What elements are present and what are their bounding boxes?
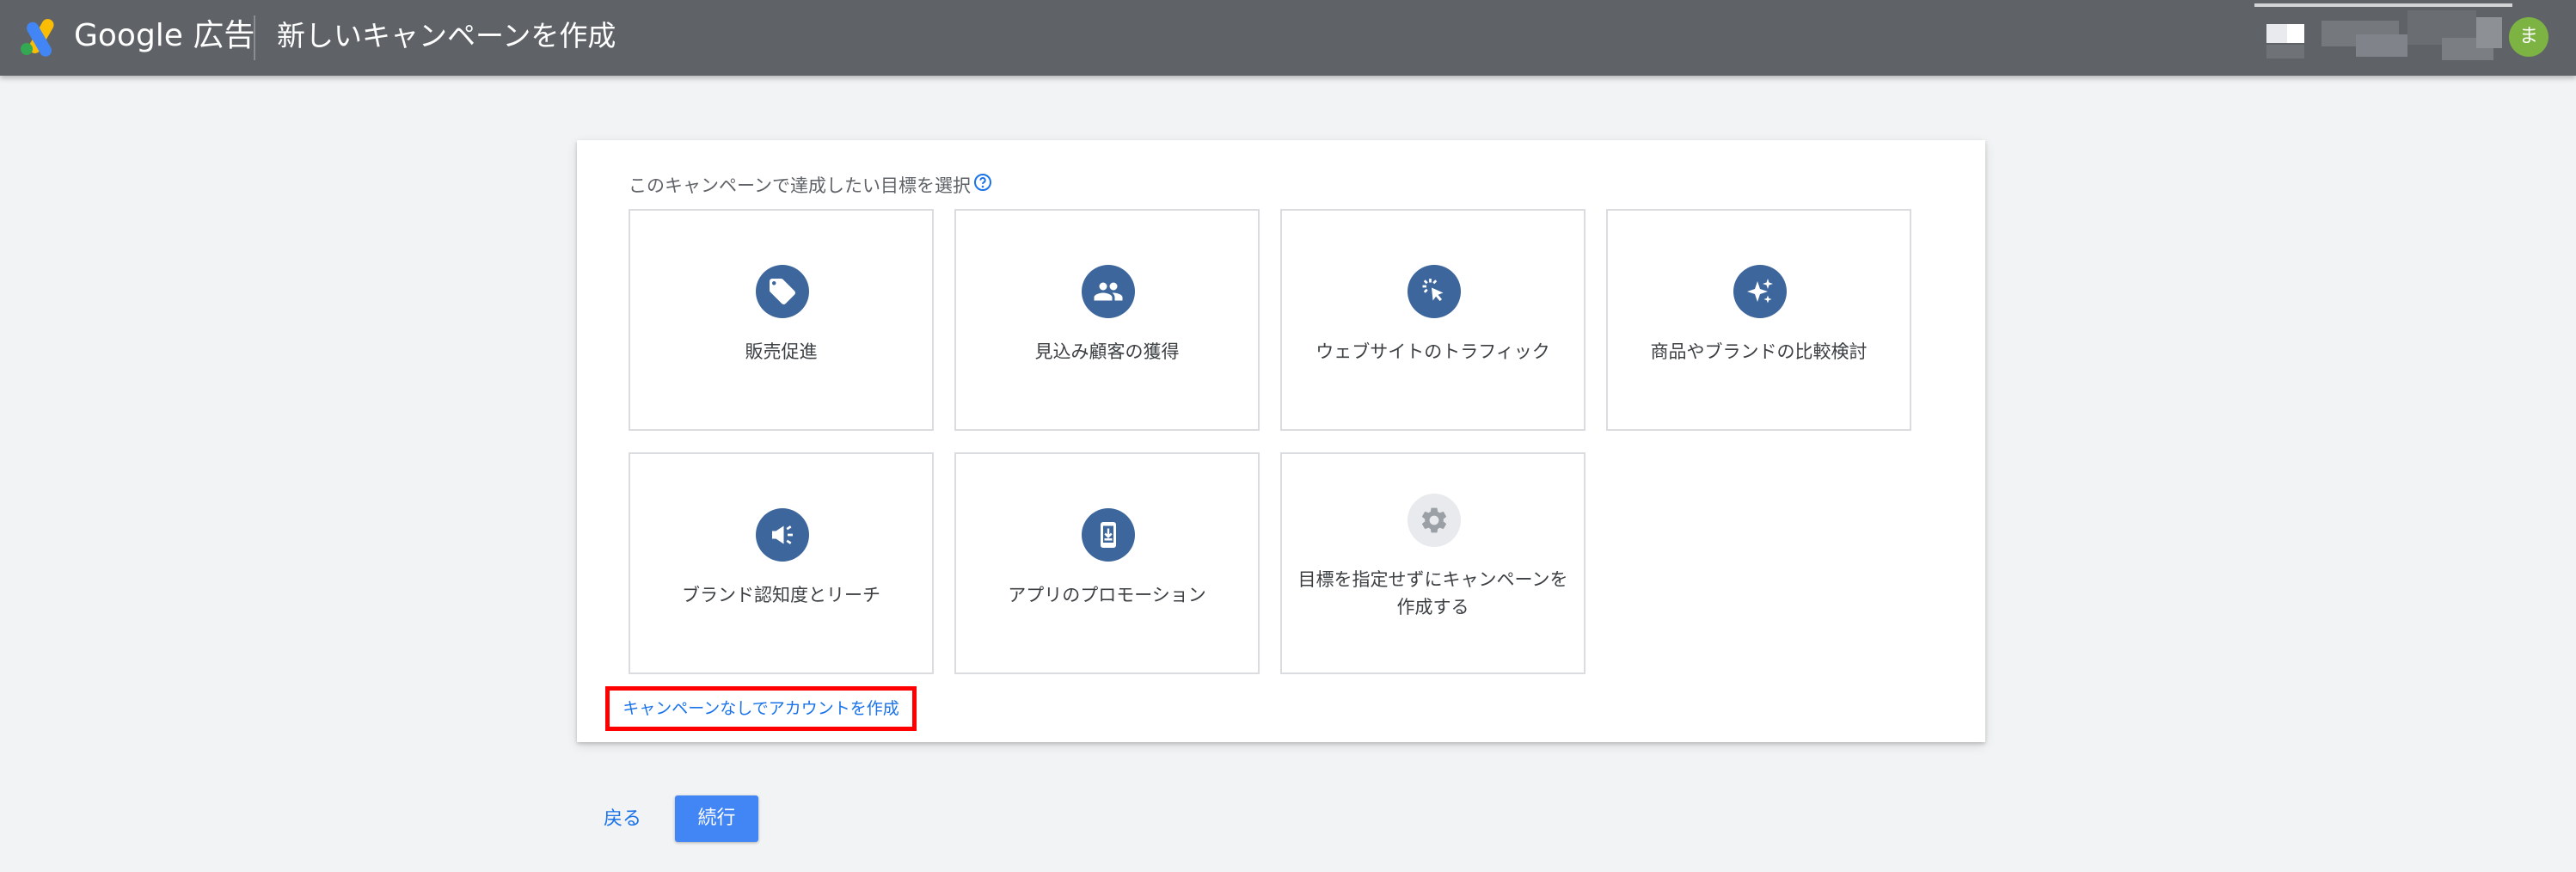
goal-selection-card: このキャンペーンで達成したい目標を選択 販売促進 見込み顧客の獲得 ウェブサイト… bbox=[577, 140, 1985, 742]
goal-option-leads[interactable]: 見込み顧客の獲得 bbox=[954, 209, 1260, 431]
continue-button[interactable]: 続行 bbox=[675, 795, 758, 842]
megaphone-icon bbox=[756, 508, 809, 562]
phone-download-icon bbox=[1082, 508, 1135, 562]
goal-label-line-2: 作成する bbox=[1396, 597, 1469, 617]
redacted-account-info bbox=[2254, 3, 2512, 60]
goal-label: 販売促進 bbox=[745, 341, 818, 362]
people-icon bbox=[1082, 265, 1135, 318]
tag-icon bbox=[756, 265, 809, 318]
top-app-bar: Google 広告 新しいキャンペーンを作成 ま bbox=[0, 0, 2576, 76]
goal-option-app-promotion[interactable]: アプリのプロモーション bbox=[954, 452, 1260, 674]
goal-label: ウェブサイトのトラフィック bbox=[1316, 341, 1550, 362]
goal-option-brand-awareness[interactable]: ブランド認知度とリーチ bbox=[629, 452, 934, 674]
goal-option-no-goal[interactable]: 目標を指定せずにキャンペーンを 作成する bbox=[1280, 452, 1585, 674]
help-icon[interactable] bbox=[973, 173, 992, 192]
goal-label: 目標を指定せずにキャンペーンを 作成する bbox=[1291, 566, 1575, 621]
gear-icon bbox=[1408, 494, 1461, 547]
goal-option-sales[interactable]: 販売促進 bbox=[629, 209, 934, 431]
back-button[interactable]: 戻る bbox=[604, 804, 641, 835]
cursor-click-icon bbox=[1408, 265, 1461, 318]
sparkle-icon bbox=[1733, 265, 1787, 318]
goal-label-line-1: 目標を指定せずにキャンペーンを bbox=[1297, 569, 1568, 590]
goal-label: 商品やブランドの比較検討 bbox=[1650, 341, 1868, 362]
goal-label: ブランド認知度とリーチ bbox=[682, 585, 880, 605]
create-account-without-campaign-link[interactable]: キャンペーンなしでアカウントを作成 bbox=[605, 686, 917, 731]
goal-label: アプリのプロモーション bbox=[1008, 585, 1206, 605]
goal-option-website-traffic[interactable]: ウェブサイトのトラフィック bbox=[1280, 209, 1585, 431]
goal-option-consideration[interactable]: 商品やブランドの比較検討 bbox=[1606, 209, 1911, 431]
goal-label: 見込み顧客の獲得 bbox=[1034, 341, 1180, 362]
account-avatar[interactable]: ま bbox=[2509, 17, 2548, 57]
goal-prompt: このキャンペーンで達成したい目標を選択 bbox=[629, 175, 971, 196]
